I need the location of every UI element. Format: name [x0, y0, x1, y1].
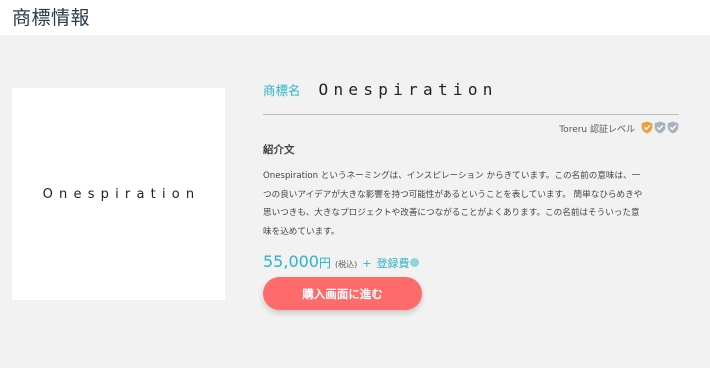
plus-sign: + [362, 257, 372, 270]
certification-level: Toreru 認証レベル [263, 120, 679, 136]
logo-text: Onespiration [42, 186, 201, 202]
shield-check-icon [667, 121, 679, 133]
shield-check-icon [654, 121, 666, 133]
certification-shields [640, 119, 679, 138]
shield-check-icon [641, 121, 653, 133]
tax-note: (税込) [335, 260, 358, 269]
page-title: 商標情報 [12, 7, 91, 29]
trademark-name-label: 商標名 [263, 83, 301, 98]
intro-line: 味を込めています。 [263, 226, 340, 237]
trademark-logo-image: Onespiration [12, 88, 225, 300]
intro-line: 思いつきも、大きなプロジェクトや改善につながることがよくあります。この名前はそう… [263, 208, 640, 218]
price-unit: 円 [318, 256, 331, 270]
certification-label: Toreru 認証レベル [559, 124, 635, 135]
info-icon[interactable] [410, 258, 420, 267]
price-row: 55,000 円 (税込) + 登録費 [263, 252, 679, 271]
divider [263, 114, 679, 115]
intro-text: Onespiration というネーミングは、インスピレーション からきています… [263, 167, 679, 241]
intro-line: つの良いアイデアが大きな影響を持つ可能性があるということを表しています。 簡単な… [263, 189, 643, 200]
trademark-detail: 商標名 Onespiration Toreru 認証レベル 紹介文 Onespi… [263, 80, 679, 271]
intro-line: Onespiration というネーミングは、インスピレーション からきています… [263, 171, 641, 181]
price-amount: 55,000 [263, 252, 319, 271]
trademark-name-value: Onespiration [318, 80, 498, 99]
registration-fee-link[interactable]: 登録費 [376, 255, 409, 271]
proceed-to-purchase-button[interactable]: 購入画面に進む [263, 277, 422, 310]
trademark-name-row: 商標名 Onespiration [263, 80, 679, 110]
intro-heading: 紹介文 [263, 144, 295, 156]
